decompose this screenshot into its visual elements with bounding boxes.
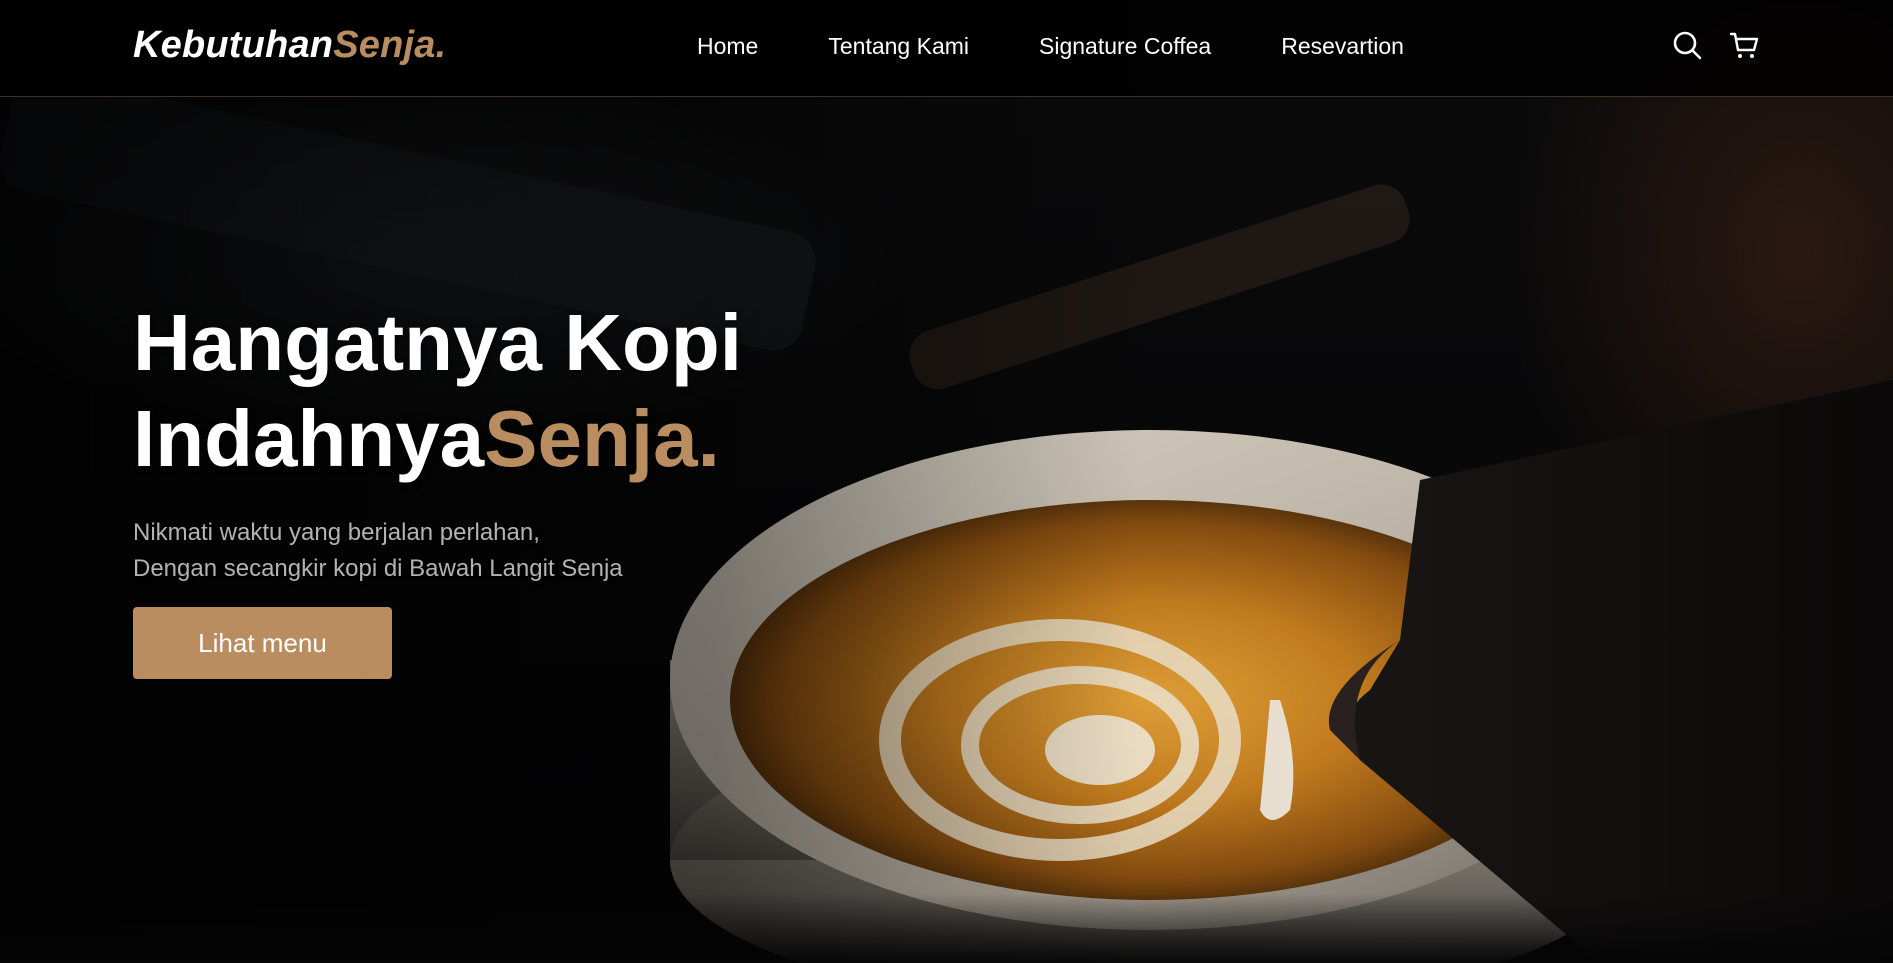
nav-item-home[interactable]: Home — [697, 33, 758, 60]
shopping-cart-icon[interactable] — [1729, 30, 1760, 61]
hero-bottom-fade — [0, 893, 1893, 963]
nav-item-signature-coffea[interactable]: Signature Coffea — [1039, 33, 1211, 60]
hero-section: Hangatnya Kopi IndahnyaSenja. Nikmati wa… — [133, 295, 742, 679]
nav-item-resevartion[interactable]: Resevartion — [1281, 33, 1404, 60]
brand-name-main: Kebutuhan — [133, 24, 334, 66]
nav-menu: Home Tentang Kami Signature Coffea Resev… — [697, 33, 1404, 60]
nav-item-tentang-kami[interactable]: Tentang Kami — [828, 33, 969, 60]
brand-name-accent: Senja. — [333, 24, 447, 66]
navbar: KebutuhanSenja. Home Tentang Kami Signat… — [0, 0, 1893, 97]
hero-title-accent: Senja. — [484, 394, 720, 483]
hero-title-line1: Hangatnya Kopi — [133, 298, 742, 387]
landing-page: KebutuhanSenja. Home Tentang Kami Signat… — [0, 0, 1893, 963]
nav-icons — [1672, 30, 1760, 61]
view-menu-button[interactable]: Lihat menu — [133, 607, 392, 679]
hero-title-line2: Indahnya — [133, 394, 485, 483]
hero-title: Hangatnya Kopi IndahnyaSenja. — [133, 295, 742, 487]
hero-subtitle: Nikmati waktu yang berjalan perlahan, De… — [133, 515, 742, 587]
hero-subtitle-line2: Dengan secangkir kopi di Bawah Langit Se… — [133, 555, 623, 582]
brand-logo[interactable]: KebutuhanSenja. — [133, 24, 446, 67]
search-icon[interactable] — [1672, 30, 1703, 61]
hero-subtitle-line1: Nikmati waktu yang berjalan perlahan, — [133, 519, 540, 546]
